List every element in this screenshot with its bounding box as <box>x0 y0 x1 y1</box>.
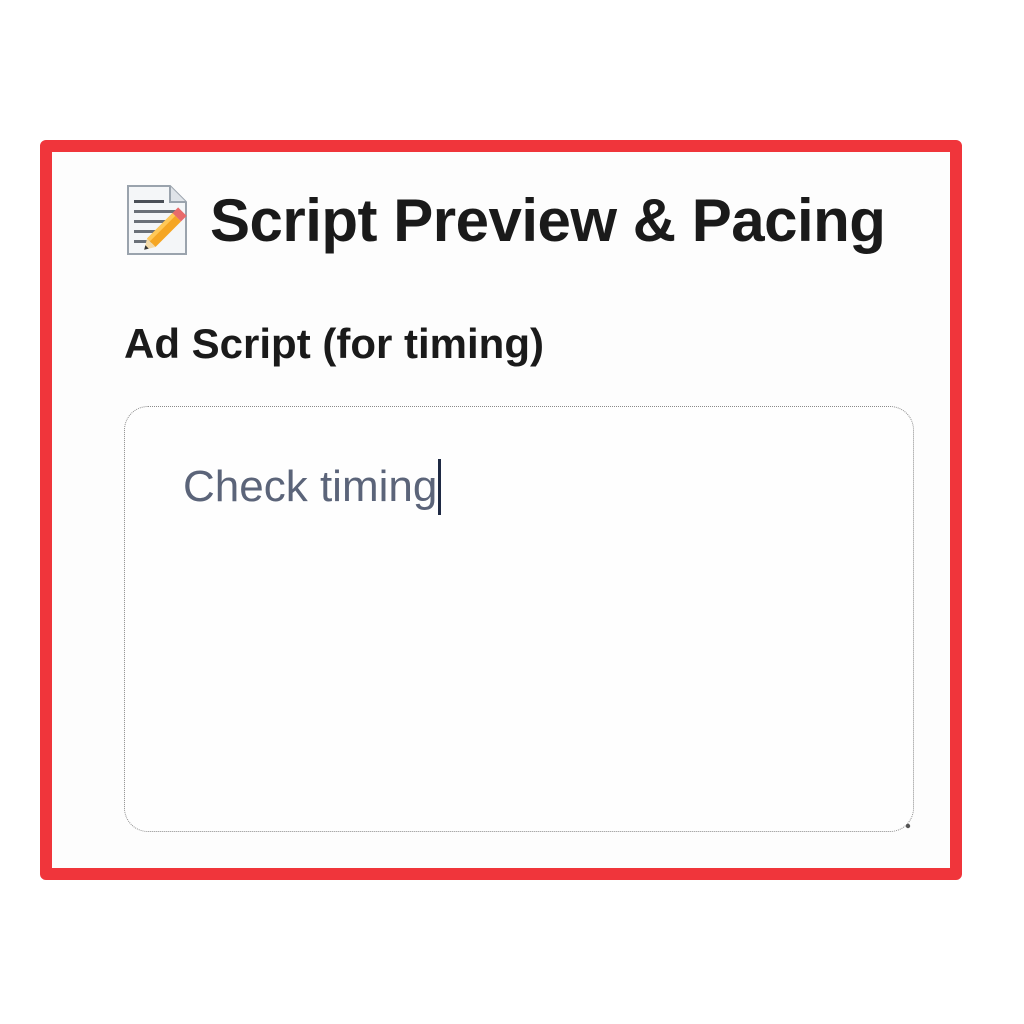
page-canvas: Script Preview & Pacing Ad Script (for t… <box>0 0 1024 1024</box>
script-preview-panel: Script Preview & Pacing Ad Script (for t… <box>40 140 962 880</box>
script-field-label: Ad Script (for timing) <box>124 320 544 367</box>
script-value: Check timing <box>183 462 438 511</box>
page-title: Script Preview & Pacing <box>210 186 886 254</box>
memo-icon <box>127 185 187 255</box>
resize-handle-icon[interactable] <box>903 821 911 829</box>
ad-script-textarea[interactable]: Check timing <box>124 406 914 832</box>
script-input-text: Check timing <box>183 459 442 515</box>
text-caret <box>438 459 442 515</box>
panel-header: Script Preview & Pacing <box>124 180 886 260</box>
